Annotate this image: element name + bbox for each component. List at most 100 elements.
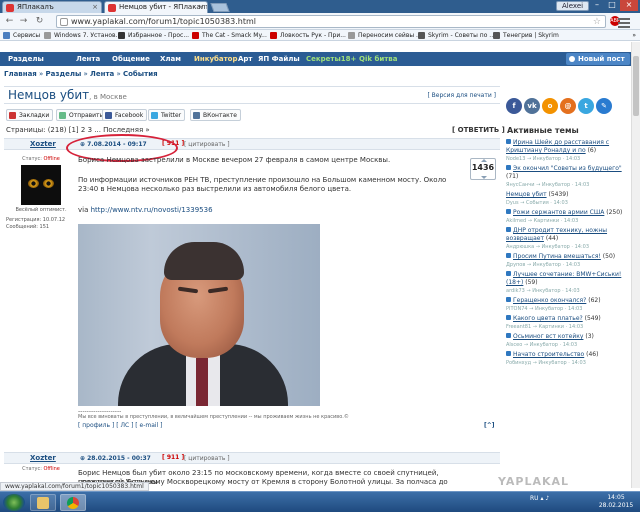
taskbar: RU ▴ ♪ 14:05 28.02.2015 (0, 491, 640, 512)
address-bar[interactable]: www.yaplakal.com/forum1/topic1050383.htm… (56, 15, 606, 28)
bookmark-item[interactable]: Skyrim - Советы по ... (418, 31, 495, 40)
folder-icon (37, 497, 49, 509)
breadcrumb-item[interactable]: Лента (90, 70, 114, 78)
to-top-link[interactable]: [^] (484, 422, 495, 429)
nav-item[interactable]: Разделы (8, 52, 44, 66)
reply-button[interactable]: [ ОТВЕТИТЬ ] (452, 126, 505, 134)
back-icon[interactable]: ← (4, 16, 15, 27)
twitter-icon[interactable]: t (578, 98, 594, 114)
post-date: ⊕ 28.02.2015 - 00:37 (80, 455, 151, 462)
bookmark-item[interactable]: Избранное - Прос... (118, 31, 189, 40)
vertical-scrollbar[interactable] (631, 42, 640, 488)
post-number[interactable]: [ 911 ] (162, 454, 184, 461)
forward-icon[interactable]: → (18, 16, 29, 27)
facebook-icon[interactable]: f (506, 98, 522, 114)
volume-icon[interactable]: ♪ (545, 495, 549, 502)
nav-item[interactable]: ЯП Файлы (258, 52, 300, 66)
tab-yaplakal[interactable]: ЯПлакалъ × (2, 1, 102, 13)
close-icon[interactable]: × (92, 2, 98, 13)
nav-item[interactable]: Общение (112, 52, 150, 66)
language-indicator[interactable]: RU (530, 495, 539, 502)
topic-link[interactable]: Лучшее сочетание: BMW+Сиськи! (18+) (506, 271, 621, 286)
tab-nemtsov[interactable]: Немцов убит - ЯПлакалъ × (104, 1, 208, 13)
chrome-icon (67, 497, 79, 509)
taskbar-chrome[interactable] (60, 494, 86, 511)
new-post-button[interactable]: Новый пост (566, 53, 630, 65)
quote-link[interactable]: [ цитировать ] (184, 141, 230, 148)
browser-window: ЯПлакалъ × Немцов убит - ЯПлакалъ × Alex… (0, 0, 640, 512)
scrollbar-thumb[interactable] (633, 56, 639, 116)
topic-link[interactable]: Просим Путина вмешаться! (506, 253, 601, 260)
twitter-button[interactable]: Twitter (148, 109, 186, 121)
send-button[interactable]: Отправить (56, 109, 108, 121)
post-source: via http://www.ntv.ru/novosti/1339536 (78, 206, 213, 214)
reload-icon[interactable]: ↻ (34, 16, 45, 27)
close-icon[interactable]: × (198, 2, 204, 13)
quote-link[interactable]: [ цитировать ] (184, 455, 230, 462)
vk-icon[interactable]: vk (524, 98, 540, 114)
avatar[interactable] (21, 165, 61, 205)
nav-item[interactable]: Арт (238, 52, 253, 66)
bookmark-item[interactable]: Сервисы (3, 31, 40, 40)
author-panel: Статус: Offline Весёлый оптимист. Регист… (6, 156, 76, 231)
nav-item[interactable]: Qik битва (359, 52, 397, 66)
breadcrumb-item[interactable]: Разделы (46, 70, 82, 78)
page-icon (348, 32, 355, 39)
post-links[interactable]: [ профиль ] [ ЛС ] [ e-mail ] (78, 422, 163, 429)
vote-up-icon[interactable] (481, 159, 487, 162)
breadcrumb-item[interactable]: События (123, 70, 158, 78)
bookmarks-more[interactable]: » (632, 31, 636, 40)
menu-icon[interactable] (614, 16, 634, 28)
site-nav: Разделы Лента Общение Хлам Инкубатор Арт… (0, 52, 631, 66)
bookmarks-bar: Сервисы Windows 7. Установ... Избранное … (0, 30, 640, 41)
bookmark-item[interactable]: Переносим сейвы ... (348, 31, 422, 40)
bookmark-button[interactable]: Закладки (6, 109, 54, 121)
start-button[interactable] (3, 494, 25, 511)
active-topics-title: Активные темы (507, 126, 579, 135)
nav-item[interactable]: Инкубатор (194, 52, 238, 66)
network-icon[interactable]: ▴ (540, 495, 543, 502)
bookmark-item[interactable]: The Cat - Smack My... (192, 31, 267, 40)
source-link[interactable]: http://www.ntv.ru/novosti/1339536 (91, 206, 213, 214)
maximize-icon[interactable]: □ (605, 0, 619, 11)
breadcrumb: Главная » Разделы » Лента » События (4, 70, 158, 78)
topic-link[interactable]: Осьминог вст котейку (506, 333, 583, 340)
topic-link[interactable]: Рожи сержантов армии США (506, 209, 604, 216)
yaplakal-favicon-icon (108, 4, 116, 12)
vote-down-icon[interactable] (481, 176, 487, 179)
livejournal-icon[interactable]: ✎ (596, 98, 612, 114)
topic-link[interactable]: Эк окончил "Советы из будущего" (506, 165, 622, 172)
profile-button[interactable]: Alexei (556, 1, 590, 11)
post-author[interactable]: Xozter (30, 140, 56, 148)
topic-link[interactable]: Немцов убит (506, 191, 547, 198)
topic-link[interactable]: Какого цвета платье? (506, 315, 583, 322)
breadcrumb-home[interactable]: Главная (4, 70, 37, 78)
topic-link[interactable]: Начато строительство (506, 351, 584, 358)
pagination[interactable]: Страницы: (218) [1] 2 3 ... Последняя » (6, 126, 150, 134)
print-version-link[interactable]: [ Версия для печати ] (427, 92, 496, 99)
close-window-icon[interactable]: × (620, 0, 638, 11)
page-icon (60, 18, 68, 26)
taskbar-explorer[interactable] (30, 494, 56, 511)
vk-button[interactable]: ВКонтакте (190, 109, 241, 121)
page-icon (44, 32, 51, 39)
nav-item[interactable]: Хлам (160, 52, 181, 66)
bookmark-item[interactable]: Windows 7. Установ... (44, 31, 121, 40)
odnoklassniki-icon[interactable]: o (542, 98, 558, 114)
browser-toolbar: ← → ↻ www.yaplakal.com/forum1/topic10503… (0, 13, 640, 30)
topic-link[interactable]: Геращенко окончался? (506, 297, 586, 304)
bookmark-item[interactable]: Ловкость Рук - При... (270, 31, 346, 40)
share-bar: Закладки Отправить Facebook Twitter ВКон… (4, 108, 500, 122)
bookmark-icon (9, 112, 16, 119)
nav-item[interactable]: Лента (76, 52, 100, 66)
nav-item[interactable]: Секреты18+ (306, 52, 356, 66)
bookmark-item[interactable]: Тенегрив | Skyrim (493, 31, 559, 40)
clock[interactable]: 14:05 28.02.2015 (596, 494, 636, 510)
mail-ru-icon[interactable]: @ (560, 98, 576, 114)
list-item: Немцов убит (5439) Dyus → События · 14:03 (506, 191, 569, 206)
post-author[interactable]: Xozter (30, 454, 56, 462)
facebook-button[interactable]: Facebook (102, 109, 148, 121)
new-tab-button[interactable] (210, 3, 230, 12)
minimize-icon[interactable]: – (590, 0, 604, 11)
star-icon[interactable]: ☆ (593, 16, 601, 28)
